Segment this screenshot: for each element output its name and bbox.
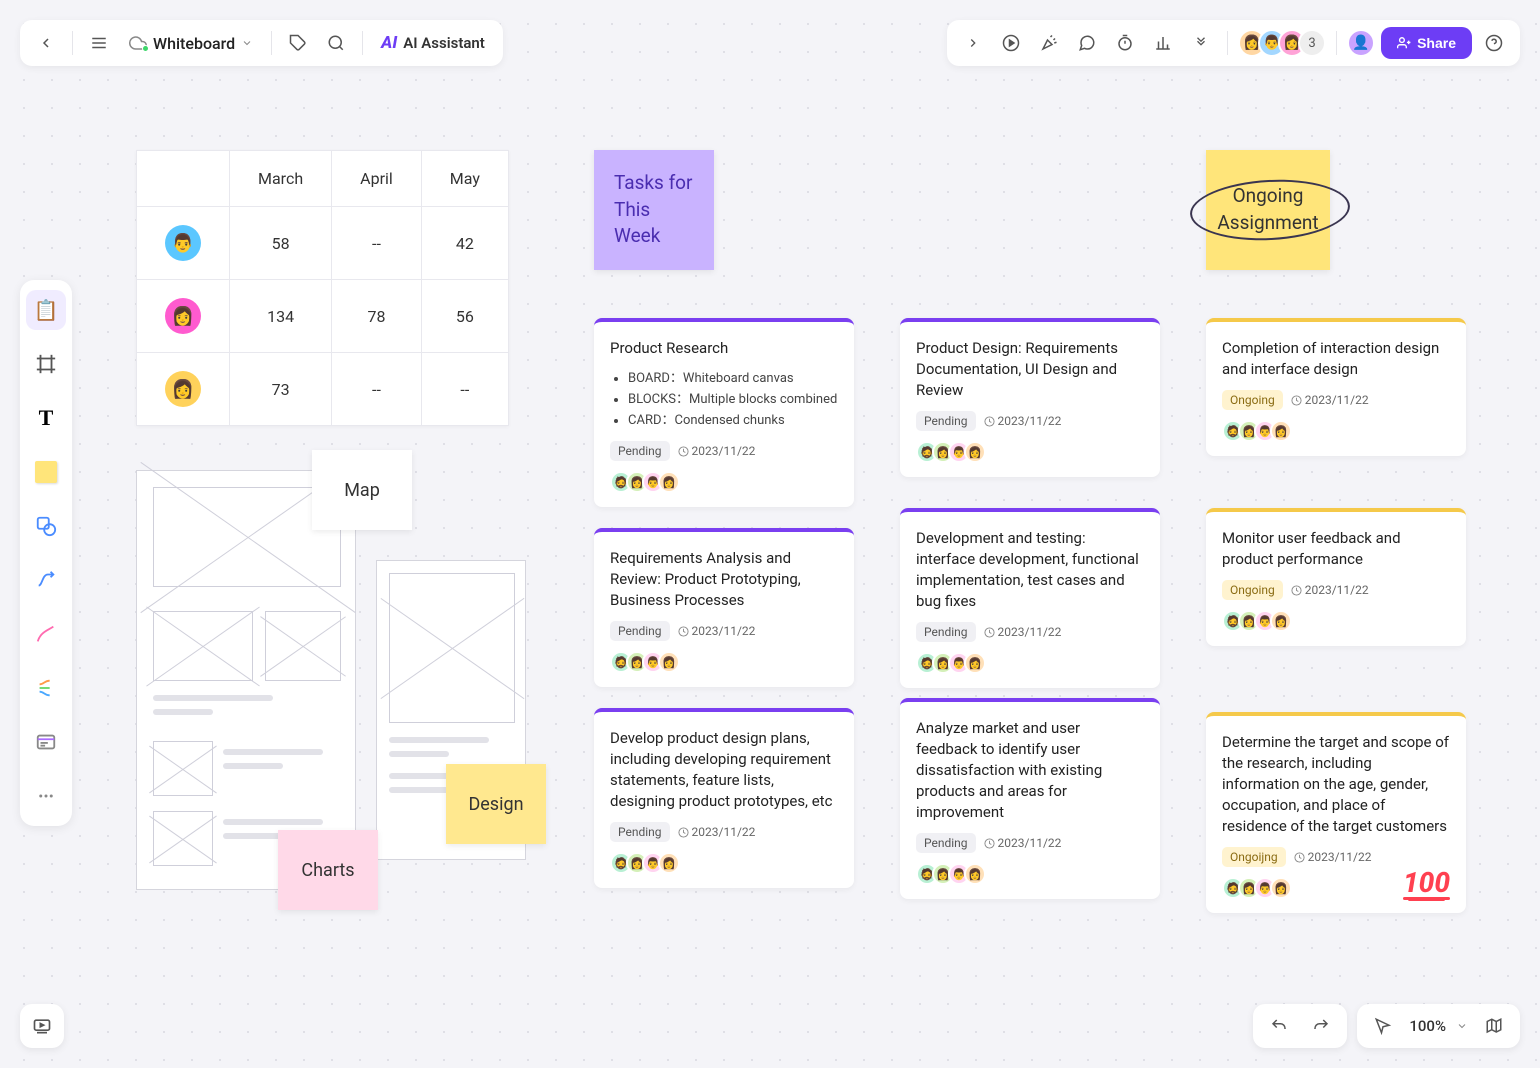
canvas[interactable]: March April May 👨 58 -- 42 👩 134 78 56 👩…: [0, 0, 1540, 1068]
mini-avatar: 👩: [1270, 877, 1292, 899]
status-tag: Pending: [610, 621, 670, 641]
date-tag: 2023/11/22: [678, 624, 756, 638]
table-cell[interactable]: 58: [230, 207, 332, 280]
mini-avatar: 👩: [658, 651, 680, 673]
card-avatars: 🧔👩👨👩: [1222, 610, 1450, 632]
mini-avatar: 👩: [658, 471, 680, 493]
table-header-row: March April May: [137, 151, 509, 207]
table-header-cell: May: [421, 151, 508, 207]
sticky-note-map[interactable]: Map: [312, 450, 412, 530]
mini-avatar: 👩: [1270, 420, 1292, 442]
card-tags: Ongoijng 2023/11/22: [1222, 847, 1450, 867]
table-cell[interactable]: 56: [421, 280, 508, 353]
status-tag: Pending: [916, 411, 976, 431]
table-cell[interactable]: --: [332, 207, 422, 280]
date-tag: 2023/11/22: [984, 836, 1062, 850]
table-cell[interactable]: 78: [332, 280, 422, 353]
status-tag: Pending: [916, 833, 976, 853]
sticky-note-design[interactable]: Design: [446, 764, 546, 844]
card-tags: Pending 2023/11/22: [916, 833, 1144, 853]
card-avatars: 🧔👩👨👩: [916, 863, 1144, 885]
card-title: Completion of interaction design and int…: [1222, 338, 1450, 380]
mini-avatar: 👩: [964, 863, 986, 885]
date-tag: 2023/11/22: [678, 444, 756, 458]
task-card[interactable]: Analyze market and user feedback to iden…: [900, 698, 1160, 899]
task-card[interactable]: Completion of interaction design and int…: [1206, 318, 1466, 456]
sticky-note-tasks-header[interactable]: Tasks for This Week: [594, 150, 714, 270]
date-tag: 2023/11/22: [1294, 850, 1372, 864]
card-avatars: 🧔👩👨👩: [610, 651, 838, 673]
card-title: Development and testing: interface devel…: [916, 528, 1144, 612]
table-row: 👩 134 78 56: [137, 280, 509, 353]
card-tags: Ongoing 2023/11/22: [1222, 390, 1450, 410]
card-tags: Pending 2023/11/22: [610, 441, 838, 461]
date-tag: 2023/11/22: [1291, 583, 1369, 597]
table-cell[interactable]: --: [421, 353, 508, 426]
card-title: Monitor user feedback and product perfor…: [1222, 528, 1450, 570]
status-tag: Ongoing: [1222, 390, 1283, 410]
row-avatar: 👩: [165, 371, 201, 407]
card-tags: Pending 2023/11/22: [610, 822, 838, 842]
card-tags: Ongoing 2023/11/22: [1222, 580, 1450, 600]
card-title: Analyze market and user feedback to iden…: [916, 718, 1144, 823]
status-tag: Pending: [610, 441, 670, 461]
card-avatars: 🧔👩👨👩: [916, 441, 1144, 463]
task-card[interactable]: Product Design: Requirements Documentati…: [900, 318, 1160, 477]
card-tags: Pending 2023/11/22: [916, 622, 1144, 642]
card-title: Determine the target and scope of the re…: [1222, 732, 1450, 837]
card-avatars: 🧔👩👨👩: [610, 852, 838, 874]
mini-avatar: 👩: [1270, 610, 1292, 632]
task-card[interactable]: Determine the target and scope of the re…: [1206, 712, 1466, 913]
task-card[interactable]: Monitor user feedback and product perfor…: [1206, 508, 1466, 646]
mini-avatar: 👩: [964, 652, 986, 674]
task-card[interactable]: Product Research BOARD：Whiteboard canvasB…: [594, 318, 854, 507]
card-bullet: CARD：Condensed chunks: [628, 411, 838, 432]
table-cell[interactable]: 73: [230, 353, 332, 426]
mini-avatar: 👩: [964, 441, 986, 463]
status-tag: Ongoijng: [1222, 847, 1286, 867]
table-header-cell: March: [230, 151, 332, 207]
card-bullet: BOARD：Whiteboard canvas: [628, 369, 838, 390]
task-card[interactable]: Development and testing: interface devel…: [900, 508, 1160, 688]
card-title: Develop product design plans, including …: [610, 728, 838, 812]
table-cell[interactable]: --: [332, 353, 422, 426]
card-tags: Pending 2023/11/22: [916, 411, 1144, 431]
card-title: Product Research: [610, 338, 838, 359]
row-avatar: 👨: [165, 225, 201, 261]
date-tag: 2023/11/22: [984, 625, 1062, 639]
table-header-cell: April: [332, 151, 422, 207]
date-tag: 2023/11/22: [678, 825, 756, 839]
card-avatars: 🧔👩👨👩: [610, 471, 838, 493]
table-cell[interactable]: 134: [230, 280, 332, 353]
status-tag: Pending: [916, 622, 976, 642]
task-card[interactable]: Develop product design plans, including …: [594, 708, 854, 888]
date-tag: 2023/11/22: [984, 414, 1062, 428]
status-tag: Pending: [610, 822, 670, 842]
sticky-note-charts[interactable]: Charts: [278, 830, 378, 910]
wireframe-mockup[interactable]: [136, 470, 356, 890]
card-bullet: BLOCKS：Multiple blocks combined: [628, 390, 838, 411]
hundred-emoji: 100: [1403, 866, 1450, 901]
row-avatar: 👩: [165, 298, 201, 334]
card-avatars: 🧔👩👨👩: [916, 652, 1144, 674]
table-row: 👩 73 -- --: [137, 353, 509, 426]
data-table[interactable]: March April May 👨 58 -- 42 👩 134 78 56 👩…: [136, 150, 509, 426]
task-card[interactable]: Requirements Analysis and Review: Produc…: [594, 528, 854, 687]
table-row: 👨 58 -- 42: [137, 207, 509, 280]
card-bullet-list: BOARD：Whiteboard canvasBLOCKS：Multiple b…: [610, 369, 838, 431]
card-title: Requirements Analysis and Review: Produc…: [610, 548, 838, 611]
card-avatars: 🧔👩👨👩: [1222, 420, 1450, 442]
card-title: Product Design: Requirements Documentati…: [916, 338, 1144, 401]
mini-avatar: 👩: [658, 852, 680, 874]
card-tags: Pending 2023/11/22: [610, 621, 838, 641]
table-header-cell: [137, 151, 230, 207]
status-tag: Ongoing: [1222, 580, 1283, 600]
date-tag: 2023/11/22: [1291, 393, 1369, 407]
table-cell[interactable]: 42: [421, 207, 508, 280]
sticky-note-ongoing-header[interactable]: Ongoing Assignment: [1206, 150, 1330, 270]
